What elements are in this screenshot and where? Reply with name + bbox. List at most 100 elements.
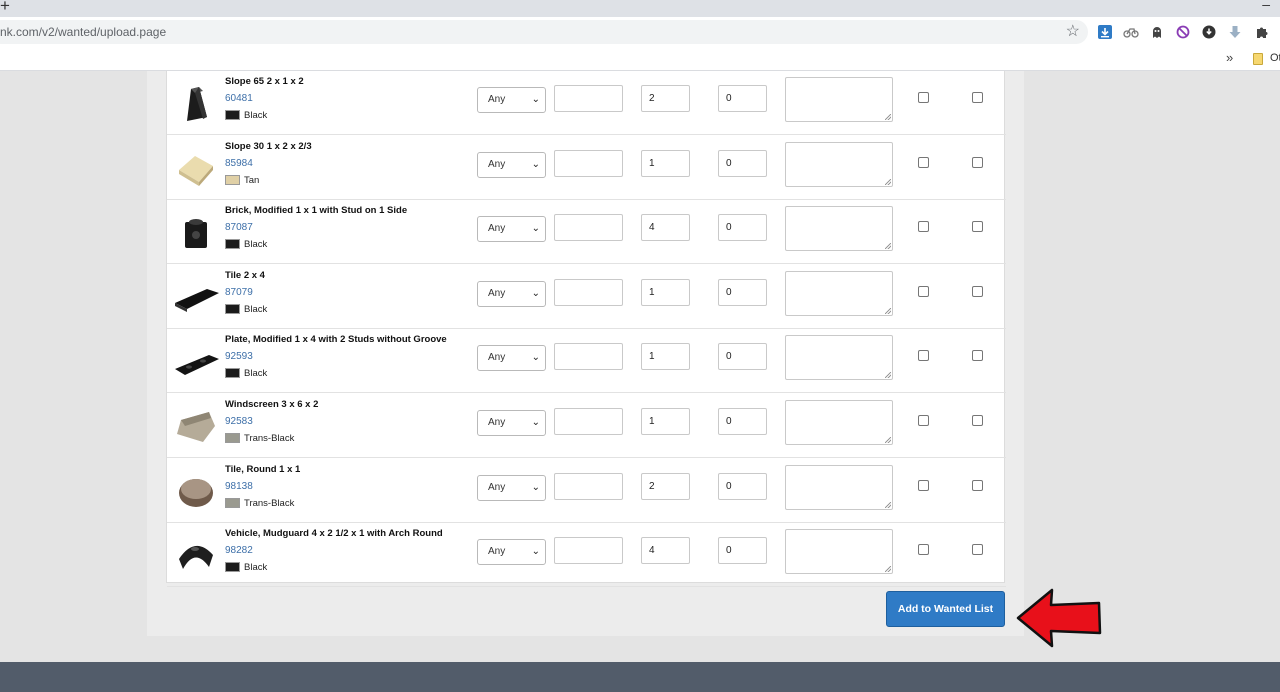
remarks-textarea[interactable] (785, 141, 893, 187)
circle-download-icon[interactable] (1201, 24, 1217, 40)
callout-arrow-icon (1016, 588, 1102, 648)
part-id-link[interactable]: 92593 (225, 351, 253, 362)
color-name: Trans-Black (244, 433, 295, 444)
checkbox-option-1[interactable] (918, 285, 929, 297)
color-swatch (225, 497, 240, 508)
notify-input[interactable]: 0 (718, 149, 767, 177)
checkbox-option-1[interactable] (918, 156, 929, 168)
minimize-button[interactable]: – (1262, 0, 1270, 12)
bookmark-star-icon[interactable]: ☆ (1066, 21, 1080, 41)
notify-input[interactable]: 0 (718, 343, 767, 371)
folder-icon[interactable] (1253, 53, 1263, 65)
condition-select[interactable]: Any ⌄ (477, 151, 546, 178)
checkbox-option-1[interactable] (918, 544, 929, 556)
resize-grip-icon[interactable] (885, 307, 891, 314)
condition-select[interactable]: Any ⌄ (477, 345, 546, 372)
checkbox-option-1[interactable] (918, 92, 929, 103)
checkbox-option-1[interactable] (918, 221, 929, 233)
remarks-textarea[interactable] (785, 464, 893, 510)
notify-input[interactable]: 0 (718, 408, 767, 435)
checkbox-option-2[interactable] (972, 350, 983, 362)
part-thumbnail (173, 404, 219, 448)
other-bookmarks-label[interactable]: Ot (1270, 52, 1280, 64)
checkbox-option-2[interactable] (972, 544, 983, 556)
table-row: Slope 65 2 x 1 x 2 60481 Black Any ⌄ 2 0 (167, 71, 1006, 135)
quantity-input[interactable]: 1 (641, 343, 690, 371)
part-name: Tile, Round 1 x 1 (225, 463, 301, 475)
part-id-link[interactable]: 98282 (225, 545, 253, 556)
part-id-link[interactable]: 60481 (225, 93, 253, 104)
condition-select[interactable]: Any ⌄ (477, 216, 546, 243)
quantity-input[interactable]: 2 (641, 472, 690, 500)
quantity-input[interactable]: 1 (641, 149, 690, 177)
bike-extension-icon[interactable] (1123, 24, 1139, 40)
condition-select[interactable]: Any ⌄ (477, 410, 546, 436)
notify-input[interactable]: 0 (718, 214, 767, 242)
max-price-input[interactable] (554, 537, 623, 565)
checkbox-option-2[interactable] (972, 285, 983, 297)
part-id-link[interactable]: 92583 (225, 416, 253, 427)
max-price-input[interactable] (554, 408, 623, 435)
condition-select[interactable]: Any ⌄ (477, 280, 546, 307)
notify-input[interactable]: 0 (718, 537, 767, 565)
max-price-input[interactable] (554, 472, 623, 500)
checkbox-option-1[interactable] (918, 415, 929, 426)
arrow-down-extension-icon[interactable] (1227, 24, 1243, 40)
quantity-input[interactable]: 2 (641, 85, 690, 112)
condition-select[interactable]: Any ⌄ (477, 87, 546, 113)
resize-grip-icon[interactable] (885, 566, 891, 573)
color-swatch (225, 303, 240, 314)
max-price-input[interactable] (554, 214, 623, 242)
quantity-input[interactable]: 4 (641, 537, 690, 565)
puzzle-extensions-icon[interactable] (1254, 24, 1270, 40)
max-price-input[interactable] (554, 343, 623, 371)
quantity-input[interactable]: 1 (641, 408, 690, 435)
remarks-textarea[interactable] (785, 206, 893, 252)
ghost-extension-icon[interactable] (1149, 24, 1165, 40)
part-id-link[interactable]: 98138 (225, 481, 253, 492)
address-bar[interactable]: nk.com/v2/wanted/upload.page ☆ (0, 20, 1088, 44)
max-price-input[interactable] (554, 85, 623, 112)
resize-grip-icon[interactable] (885, 372, 891, 379)
quantity-input[interactable]: 4 (641, 214, 690, 242)
resize-grip-icon[interactable] (885, 114, 891, 120)
condition-select[interactable]: Any ⌄ (477, 474, 546, 501)
max-price-input[interactable] (554, 278, 623, 306)
download-extension-icon[interactable] (1097, 24, 1113, 40)
max-price-input[interactable] (554, 149, 623, 177)
chevron-down-icon: ⌄ (531, 94, 540, 105)
add-to-wanted-list-button[interactable]: Add to Wanted List (886, 591, 1005, 627)
checkbox-option-1[interactable] (918, 350, 929, 362)
remarks-textarea[interactable] (785, 270, 893, 316)
remarks-textarea[interactable] (785, 529, 893, 575)
block-extension-icon[interactable] (1175, 24, 1191, 40)
checkbox-option-1[interactable] (918, 479, 929, 491)
part-thumbnail (173, 81, 219, 125)
part-name: Slope 30 1 x 2 x 2/3 (225, 140, 312, 152)
checkbox-option-2[interactable] (972, 415, 983, 426)
resize-grip-icon[interactable] (885, 501, 891, 508)
notify-input[interactable]: 0 (718, 472, 767, 500)
part-thumbnail (173, 533, 219, 577)
checkbox-option-2[interactable] (972, 92, 983, 103)
resize-grip-icon[interactable] (885, 243, 891, 250)
remarks-textarea[interactable] (785, 77, 893, 122)
checkbox-option-2[interactable] (972, 156, 983, 168)
checkbox-option-2[interactable] (972, 479, 983, 491)
notify-input[interactable]: 0 (718, 278, 767, 306)
part-name: Slope 65 2 x 1 x 2 (225, 76, 304, 87)
bookmarks-overflow-icon[interactable]: » (1226, 50, 1233, 65)
part-id-link[interactable]: 85984 (225, 158, 253, 169)
quantity-input[interactable]: 1 (641, 278, 690, 306)
part-id-link[interactable]: 87087 (225, 222, 253, 233)
part-id-link[interactable]: 87079 (225, 287, 253, 298)
remarks-textarea[interactable] (785, 400, 893, 445)
resize-grip-icon[interactable] (885, 178, 891, 185)
bookmarks-bar: » Ot (0, 47, 1280, 71)
resize-grip-icon[interactable] (885, 437, 891, 443)
condition-select[interactable]: Any ⌄ (477, 539, 546, 566)
remarks-textarea[interactable] (785, 335, 893, 381)
checkbox-option-2[interactable] (972, 221, 983, 233)
notify-input[interactable]: 0 (718, 85, 767, 112)
new-tab-button[interactable]: + (0, 0, 10, 14)
